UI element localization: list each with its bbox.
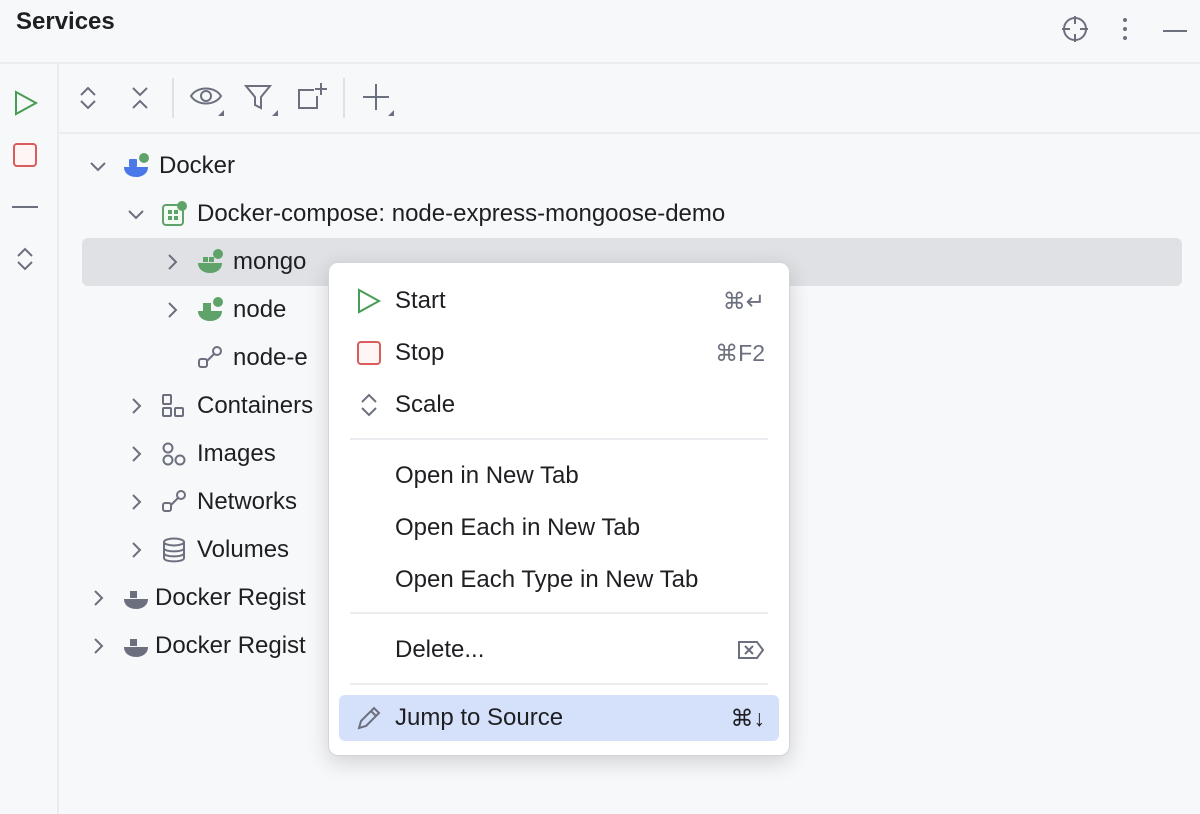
tree-item-label: mongo — [233, 248, 306, 276]
chevron-right-icon[interactable] — [125, 539, 147, 561]
containers-icon — [161, 393, 187, 419]
chevron-right-icon[interactable] — [161, 251, 183, 273]
tree-item-label: Docker-compose: node-express-mongoose-de… — [197, 200, 725, 228]
backspace-key-icon — [737, 639, 765, 661]
shortcut: ⌘↓ — [731, 705, 766, 732]
menu-separator — [350, 683, 768, 685]
shortcut: ⌘F2 — [715, 340, 765, 367]
menu-item-open-in-new-tab[interactable]: Open in New Tab — [339, 453, 779, 499]
view-options-icon[interactable] — [188, 80, 224, 116]
stop-icon — [355, 339, 383, 367]
menu-separator — [350, 612, 768, 614]
tree-item-label: Networks — [197, 488, 297, 516]
collapse-all-button[interactable] — [122, 80, 158, 116]
expand-all-button[interactable] — [70, 80, 106, 116]
compose-icon — [161, 201, 187, 227]
chevron-right-icon[interactable] — [125, 491, 147, 513]
menu-item-open-each-type-in-new-tab[interactable]: Open Each Type in New Tab — [339, 557, 779, 603]
menu-separator — [350, 438, 768, 440]
minimize-icon[interactable] — [1150, 14, 1200, 51]
menu-item-delete[interactable]: Delete... — [339, 627, 779, 673]
chevron-right-icon[interactable] — [125, 443, 147, 465]
shortcut: ⌘↵ — [723, 288, 765, 315]
tree-item-label: Images — [197, 440, 276, 468]
new-group-icon[interactable] — [294, 80, 330, 116]
menu-item-scale[interactable]: Scale — [339, 382, 779, 428]
docker-service-icon — [197, 297, 223, 323]
tree-item-label: node-e — [233, 344, 308, 372]
header-actions — [1050, 14, 1200, 51]
filter-icon[interactable] — [242, 80, 278, 116]
tree-item-label: Docker Regist — [155, 632, 306, 660]
images-icon — [161, 441, 187, 467]
docker-service-icon — [197, 249, 223, 275]
divider — [59, 132, 1200, 134]
menu-item-stop[interactable]: Stop ⌘F2 — [339, 330, 779, 376]
divider — [57, 62, 59, 814]
docker-registry-icon — [123, 585, 149, 611]
database-icon — [161, 537, 187, 563]
scale-icon — [355, 391, 383, 419]
network-icon — [197, 345, 223, 371]
tree-item-label: node — [233, 296, 286, 324]
tree-item-label: Docker — [159, 152, 235, 180]
add-service-icon[interactable] — [358, 80, 394, 116]
scale-button[interactable] — [8, 242, 42, 276]
menu-item-start[interactable]: Start ⌘↵ — [339, 278, 779, 324]
network-icon — [161, 489, 187, 515]
menu-item-open-each-in-new-tab[interactable]: Open Each in New Tab — [339, 505, 779, 551]
minus-button[interactable] — [8, 190, 42, 224]
chevron-right-icon[interactable] — [87, 587, 109, 609]
locate-icon[interactable] — [1050, 14, 1100, 51]
tree-item-label: Volumes — [197, 536, 289, 564]
chevron-down-icon[interactable] — [125, 203, 147, 225]
tree-item-label: Docker Regist — [155, 584, 306, 612]
more-options-icon[interactable] — [1100, 14, 1150, 51]
play-icon — [355, 287, 383, 315]
panel-title: Services — [16, 8, 115, 36]
docker-registry-icon — [123, 633, 149, 659]
tree-item-compose[interactable]: Docker-compose: node-express-mongoose-de… — [125, 190, 1182, 238]
divider — [0, 62, 1200, 64]
chevron-right-icon[interactable] — [161, 299, 183, 321]
context-menu: Start ⌘↵ Stop ⌘F2 Scale Open in New Tab … — [328, 262, 790, 756]
chevron-down-icon[interactable] — [87, 155, 109, 177]
toolbar-separator — [343, 78, 345, 118]
pencil-icon — [355, 704, 383, 732]
chevron-right-icon[interactable] — [125, 395, 147, 417]
tree-item-docker[interactable]: Docker — [87, 142, 1182, 190]
tree-item-label: Containers — [197, 392, 313, 420]
stop-button[interactable] — [8, 138, 42, 172]
chevron-right-icon[interactable] — [87, 635, 109, 657]
toolbar-separator — [172, 78, 174, 118]
docker-icon — [123, 153, 149, 179]
run-button[interactable] — [8, 86, 42, 120]
menu-item-jump-to-source[interactable]: Jump to Source ⌘↓ — [339, 695, 779, 741]
